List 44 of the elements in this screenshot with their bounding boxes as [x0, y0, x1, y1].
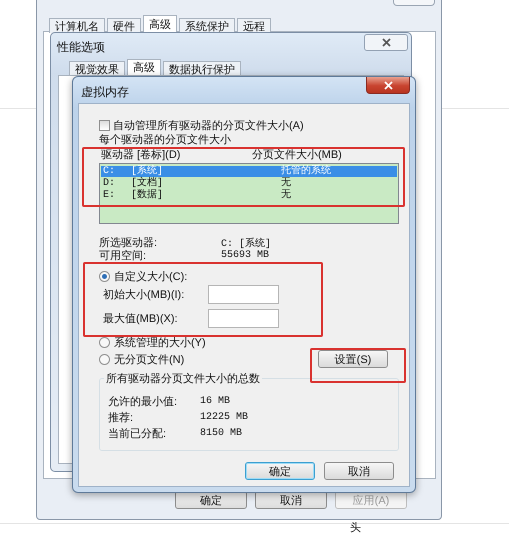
info-label: 当前已分配:	[108, 427, 168, 441]
info-value: 16 MB	[200, 396, 230, 407]
page-text: 头	[350, 521, 361, 535]
field-label: 最大值(MB)(X):	[103, 312, 179, 326]
tab[interactable]: 高级	[143, 15, 177, 33]
tab[interactable]: 系统保护	[179, 18, 235, 33]
input-field[interactable]	[208, 308, 279, 328]
close-icon	[384, 80, 392, 90]
radio-label: 自定义大小(C):	[114, 270, 188, 284]
dialog-button[interactable]: 确定	[245, 462, 315, 480]
info-value: 55693 MB	[221, 250, 270, 261]
field-label: 初始大小(MB)(I):	[103, 288, 186, 302]
tab[interactable]: 数据执行保护	[163, 61, 241, 75]
group-title: 所有驱动器分页文件大小的总数	[104, 371, 262, 386]
info-value: C: [系统]	[221, 236, 272, 250]
info-label: 可用空间:	[99, 248, 148, 263]
tab[interactable]: 硬件	[107, 18, 141, 33]
window-title: 虚拟内存	[81, 84, 129, 101]
info-label: 允许的最小值:	[108, 395, 178, 409]
info-label: 所选驱动器:	[99, 236, 158, 250]
column-header: 分页文件大小(MB)	[252, 148, 342, 162]
dialog-button[interactable]: 取消	[324, 462, 394, 480]
radio-button[interactable]	[99, 354, 110, 364]
tab[interactable]: 高级	[127, 59, 161, 75]
info-value: 12225 MB	[200, 412, 248, 423]
tab[interactable]: 远程	[237, 18, 271, 33]
radio-button[interactable]	[99, 270, 110, 282]
checkbox-label: 自动管理所有驱动器的分页文件大小(A)	[113, 118, 304, 132]
radio-label: 无分页文件(N)	[114, 352, 184, 366]
close-icon	[382, 38, 390, 47]
input-field[interactable]	[208, 284, 279, 304]
set-button[interactable]: 设置(S)	[318, 350, 388, 368]
drive-row[interactable]: D: [文档] 无	[101, 178, 397, 189]
window-title: 性能选项	[57, 39, 105, 56]
info-value: 8150 MB	[200, 428, 242, 439]
tab[interactable]: 计算机名	[49, 18, 105, 33]
column-header: 驱动器 [卷标](D)	[100, 148, 182, 162]
info-label: 推荐:	[108, 410, 134, 425]
checkbox[interactable]	[99, 120, 110, 130]
radio-button[interactable]	[99, 336, 110, 348]
drive-row[interactable]: E: [数据] 无	[101, 190, 397, 201]
radio-label: 系统管理的大小(Y)	[114, 336, 206, 350]
section-label: 每个驱动器的分页文件大小	[99, 132, 231, 146]
tab[interactable]: 视觉效果	[69, 61, 125, 75]
